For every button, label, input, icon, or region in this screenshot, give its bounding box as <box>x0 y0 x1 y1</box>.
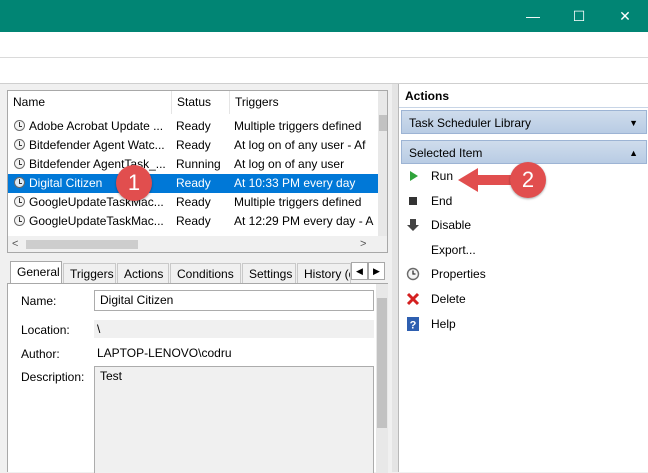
group-label: Selected Item <box>409 146 483 160</box>
tab-triggers[interactable]: Triggers <box>63 263 116 283</box>
location-label: Location: <box>21 323 70 337</box>
description-label: Description: <box>21 370 85 384</box>
task-list-header: Name Status Triggers <box>8 91 378 114</box>
help-action[interactable]: ? Help <box>399 312 648 336</box>
details-vertical-scrollbar[interactable] <box>376 284 388 473</box>
task-name: GoogleUpdateTaskMac... <box>29 214 164 228</box>
tab-conditions[interactable]: Conditions <box>170 263 241 283</box>
task-row[interactable]: GoogleUpdateTaskMac... Ready Multiple tr… <box>8 193 378 212</box>
task-list[interactable]: Name Status Triggers Adobe Acrobat Updat… <box>7 90 388 253</box>
column-header-name[interactable]: Name <box>8 91 172 114</box>
actions-pane-title: Actions <box>399 84 648 108</box>
task-trigger: Multiple triggers defined <box>234 195 362 209</box>
delete-label: Delete <box>431 292 466 306</box>
task-trigger: At log on of any user <box>234 157 345 171</box>
task-clock-icon <box>14 215 25 226</box>
down-arrow-icon <box>405 217 421 233</box>
disable-label: Disable <box>431 218 472 232</box>
task-name: Digital Citizen <box>29 176 103 190</box>
task-row-selected[interactable]: Digital Citizen Ready At 10:33 PM every … <box>8 174 378 193</box>
annotation-marker-2: 2 <box>510 162 546 198</box>
clock-icon <box>405 266 421 282</box>
details-scroll-thumb[interactable] <box>377 298 387 428</box>
task-name: Bitdefender Agent Watc... <box>29 138 165 152</box>
menu-bar <box>0 32 648 58</box>
task-clock-icon <box>14 120 25 131</box>
properties-action[interactable]: Properties <box>399 262 648 286</box>
callout-arrow-icon <box>458 168 516 192</box>
column-header-status[interactable]: Status <box>172 91 230 114</box>
end-label: End <box>431 194 453 208</box>
name-label: Name: <box>21 294 57 308</box>
task-list-horizontal-scrollbar[interactable]: < > <box>8 236 387 252</box>
disable-action[interactable]: Disable <box>399 213 648 237</box>
task-status: Ready <box>176 214 211 228</box>
tab-general[interactable]: General <box>10 261 62 283</box>
task-trigger: At 12:29 PM every day - A <box>234 214 374 228</box>
task-row[interactable]: Bitdefender AgentTask_... Running At log… <box>8 155 378 174</box>
help-label: Help <box>431 317 456 331</box>
properties-label: Properties <box>431 267 486 281</box>
task-clock-icon <box>14 177 25 188</box>
annotation-marker-1: 1 <box>116 165 152 201</box>
task-scheduler-library-group[interactable]: Task Scheduler Library ▼ <box>401 110 647 134</box>
actions-pane: Actions Task Scheduler Library ▼ Selecte… <box>398 84 648 472</box>
task-row[interactable]: Adobe Acrobat Update ... Ready Multiple … <box>8 117 378 136</box>
task-status: Ready <box>176 119 211 133</box>
group-label: Task Scheduler Library <box>409 116 532 130</box>
details-tab-strip: General Triggers Actions Conditions Sett… <box>7 261 388 283</box>
task-trigger: At log on of any user - Af <box>234 138 366 152</box>
delete-action[interactable]: Delete <box>399 287 648 311</box>
author-value: LAPTOP-LENOVO\codru <box>94 344 374 362</box>
window-titlebar: — ☐ ✕ <box>0 0 648 32</box>
tab-scroll-right-icon[interactable]: ▶ <box>368 262 385 280</box>
svg-text:?: ? <box>410 320 417 332</box>
tab-history[interactable]: History (d <box>297 263 351 283</box>
toolbar <box>0 58 648 84</box>
task-status: Ready <box>176 195 211 209</box>
task-status: Running <box>176 157 221 171</box>
tab-settings[interactable]: Settings <box>242 263 296 283</box>
name-field[interactable]: Digital Citizen <box>94 290 374 311</box>
general-tab-panel: Name: Digital Citizen Location: \ Author… <box>7 283 388 473</box>
tab-scroll-buttons: ◀ ▶ <box>351 262 385 280</box>
task-clock-icon <box>14 196 25 207</box>
location-value: \ <box>94 320 374 338</box>
column-header-triggers[interactable]: Triggers <box>230 91 378 114</box>
task-clock-icon <box>14 139 25 150</box>
task-trigger: At 10:33 PM every day <box>234 176 356 190</box>
author-label: Author: <box>21 347 60 361</box>
tab-actions[interactable]: Actions <box>117 263 169 283</box>
task-status: Ready <box>176 138 211 152</box>
task-list-vertical-scrollbar[interactable] <box>378 91 387 236</box>
task-row[interactable]: GoogleUpdateTaskMac... Ready At 12:29 PM… <box>8 212 378 231</box>
description-field[interactable]: Test <box>94 366 374 473</box>
task-status: Ready <box>176 176 211 190</box>
scroll-left-arrow-icon[interactable]: < <box>12 236 18 252</box>
help-icon: ? <box>405 316 421 332</box>
run-label: Run <box>431 169 454 183</box>
minimize-button[interactable]: — <box>510 0 556 32</box>
collapse-up-icon[interactable]: ▲ <box>629 141 638 165</box>
close-button[interactable]: ✕ <box>602 0 648 32</box>
play-icon <box>405 168 421 184</box>
horizontal-scroll-thumb[interactable] <box>26 240 138 249</box>
tab-scroll-left-icon[interactable]: ◀ <box>351 262 368 280</box>
selected-item-group[interactable]: Selected Item ▲ <box>401 140 647 164</box>
task-trigger: Multiple triggers defined <box>234 119 362 133</box>
export-label: Export... <box>431 243 476 257</box>
task-name: Adobe Acrobat Update ... <box>29 119 164 133</box>
task-clock-icon <box>14 158 25 169</box>
task-row[interactable]: Bitdefender Agent Watc... Ready At log o… <box>8 136 378 155</box>
vertical-scroll-thumb[interactable] <box>379 115 387 131</box>
collapse-down-icon[interactable]: ▼ <box>629 111 638 135</box>
stop-icon <box>405 193 421 209</box>
export-action[interactable]: Export... <box>399 238 648 262</box>
maximize-button[interactable]: ☐ <box>556 0 602 32</box>
scroll-right-arrow-icon[interactable]: > <box>360 236 366 252</box>
delete-x-icon <box>405 291 421 307</box>
